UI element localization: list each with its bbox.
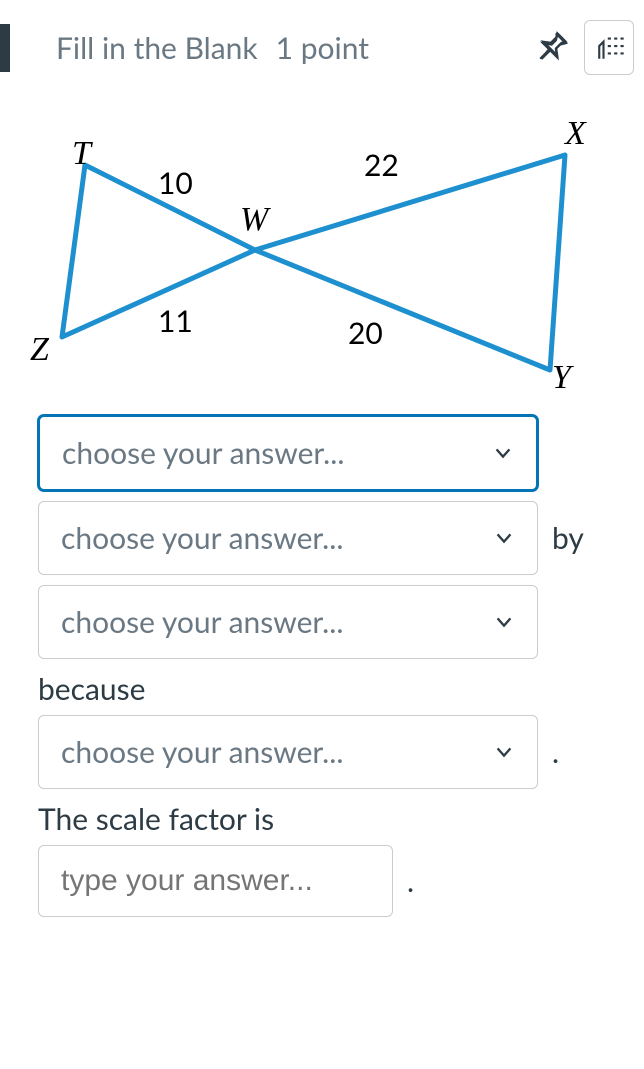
period-text-2: .: [407, 863, 414, 899]
question-points-label: 1 point: [276, 30, 369, 66]
select-placeholder: choose your answer...: [61, 604, 343, 640]
select-placeholder: choose your answer...: [61, 520, 343, 556]
chevron-down-icon: [492, 442, 514, 464]
answer-select-1[interactable]: choose your answer...: [38, 415, 538, 491]
side-22-label: 22: [364, 147, 399, 183]
rubric-icon: [595, 29, 629, 66]
by-text: by: [552, 520, 584, 556]
chevron-down-icon: [493, 611, 515, 633]
vertex-W-label: W: [240, 201, 268, 239]
select-placeholder: choose your answer...: [61, 734, 343, 770]
side-11-label: 11: [158, 303, 193, 339]
vertex-X-label: X: [565, 115, 586, 153]
vertex-T-label: T: [72, 135, 91, 173]
period-text: .: [552, 734, 559, 770]
question-diagram: T Z W X Y 10 11 22 20: [0, 95, 644, 405]
vertex-Y-label: Y: [552, 359, 571, 397]
chevron-down-icon: [493, 527, 515, 549]
answer-select-3[interactable]: choose your answer...: [38, 585, 538, 659]
select-placeholder: choose your answer...: [62, 435, 344, 471]
question-type-label: Fill in the Blank: [56, 30, 258, 66]
chevron-down-icon: [493, 741, 515, 763]
vertex-Z-label: Z: [30, 331, 49, 369]
side-20-label: 20: [348, 315, 383, 351]
side-10-label: 10: [158, 165, 193, 201]
question-header: Fill in the Blank 1 point: [0, 0, 644, 95]
pin-icon[interactable]: [536, 29, 570, 67]
header-actions: [536, 20, 634, 75]
section-indicator-bar: [0, 24, 10, 72]
triangles-figure: [30, 115, 590, 395]
answer-area: choose your answer... choose your answer…: [0, 415, 644, 917]
answer-select-2[interactable]: choose your answer...: [38, 501, 538, 575]
rubric-button[interactable]: [584, 20, 634, 75]
scale-factor-input[interactable]: [38, 845, 393, 917]
scale-factor-text: The scale factor is: [38, 795, 606, 843]
answer-select-4[interactable]: choose your answer...: [38, 715, 538, 789]
because-text: because: [38, 665, 606, 713]
